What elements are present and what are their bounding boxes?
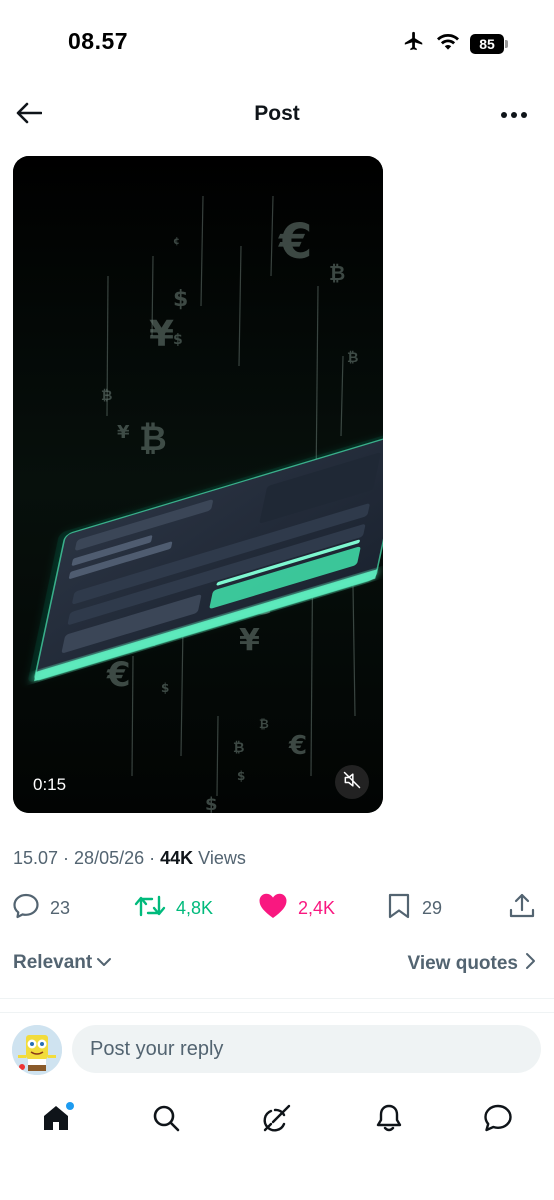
sort-relevant-dropdown[interactable]: Relevant <box>13 952 112 974</box>
page-title: Post <box>254 102 300 125</box>
svg-text:$: $ <box>173 332 183 348</box>
like-count: 2,4K <box>298 897 336 918</box>
bookmark-icon <box>386 892 412 925</box>
chevron-right-icon <box>524 952 536 976</box>
reply-icon <box>12 893 40 924</box>
svg-text:€: € <box>288 731 307 761</box>
status-icons: 85 <box>402 30 508 57</box>
more-options-button[interactable] <box>498 102 530 128</box>
post-time: 15.07 <box>13 848 59 868</box>
bookmark-count: 29 <box>422 897 443 918</box>
nav-home[interactable] <box>36 1100 76 1140</box>
post-actions: 23 4,8K 2,4K 29 <box>0 888 554 928</box>
wifi-icon <box>436 31 460 56</box>
reply-composer: Post your reply <box>0 1012 554 1084</box>
svg-text:₿: ₿ <box>101 388 112 404</box>
status-time: 08.57 <box>68 28 129 54</box>
battery-icon: 85 <box>470 33 508 54</box>
bottom-nav <box>0 1090 554 1150</box>
svg-text:¥: ¥ <box>239 623 260 658</box>
repost-icon <box>134 893 166 924</box>
notification-dot <box>66 1102 74 1110</box>
repost-button[interactable]: 4,8K <box>134 888 213 928</box>
svg-text:$: $ <box>173 287 188 312</box>
meta-separator: · <box>58 848 75 868</box>
nav-grok[interactable] <box>257 1100 297 1140</box>
svg-text:$: $ <box>161 681 169 695</box>
svg-text:₿: ₿ <box>259 717 269 731</box>
battery-level: 85 <box>470 33 504 54</box>
reply-count: 23 <box>50 897 71 918</box>
view-quotes-label: View quotes <box>407 953 518 974</box>
svg-text:€: € <box>278 214 312 270</box>
nav-notifications[interactable] <box>369 1100 409 1140</box>
replies-sort-row: Relevant View quotes <box>0 950 554 980</box>
meta-separator: · <box>144 848 161 868</box>
svg-text:$: $ <box>237 769 245 783</box>
share-icon <box>508 892 536 925</box>
divider <box>0 998 554 999</box>
post-header: Post <box>0 90 554 140</box>
svg-text:₿: ₿ <box>139 419 167 459</box>
heart-filled-icon <box>258 892 288 924</box>
repost-count: 4,8K <box>176 897 214 918</box>
search-icon <box>151 1103 181 1138</box>
reply-button[interactable]: 23 <box>12 888 70 928</box>
like-button[interactable]: 2,4K <box>258 888 335 928</box>
mute-icon <box>342 770 362 795</box>
status-bar: 08.57 85 <box>0 0 554 80</box>
svg-text:¢: ¢ <box>173 236 180 247</box>
view-quotes-link[interactable]: View quotes <box>407 952 536 976</box>
svg-text:€: € <box>106 655 131 695</box>
svg-text:¥: ¥ <box>149 314 174 355</box>
svg-text:₿: ₿ <box>347 350 358 366</box>
svg-text:$: $ <box>205 794 218 813</box>
airplane-icon <box>402 30 426 57</box>
share-button[interactable] <box>508 888 536 928</box>
bookmark-button[interactable]: 29 <box>386 888 442 928</box>
mute-button[interactable] <box>335 765 369 799</box>
nav-search[interactable] <box>146 1100 186 1140</box>
svg-text:₿: ₿ <box>233 740 244 756</box>
notifications-icon <box>374 1103 404 1138</box>
more-icon <box>500 106 528 124</box>
views-label: Views <box>193 848 246 868</box>
svg-text:¥: ¥ <box>117 422 130 443</box>
chevron-down-icon <box>96 952 112 974</box>
avatar[interactable] <box>12 1025 62 1075</box>
post-date: 28/05/26 <box>74 848 145 868</box>
messages-icon <box>482 1103 514 1138</box>
video-frame: € ₿ ¥ $ $ ₿ ¥ ₿ € ¥ € ¥ $ € ₿ ₿ $ $ ₿ ¢ <box>13 156 383 813</box>
grok-icon <box>261 1102 293 1139</box>
views-count[interactable]: 44K <box>160 848 193 868</box>
post-meta: 15.07 · 28/05/26 · 44K Views <box>13 848 246 869</box>
post-video[interactable]: € ₿ ¥ $ $ ₿ ¥ ₿ € ¥ € ¥ $ € ₿ ₿ $ $ ₿ ¢ <box>13 156 383 813</box>
svg-text:₿: ₿ <box>329 261 345 285</box>
nav-messages[interactable] <box>478 1100 518 1140</box>
sort-label: Relevant <box>13 952 93 973</box>
video-timestamp: 0:15 <box>33 775 67 794</box>
reply-input[interactable]: Post your reply <box>72 1025 541 1073</box>
